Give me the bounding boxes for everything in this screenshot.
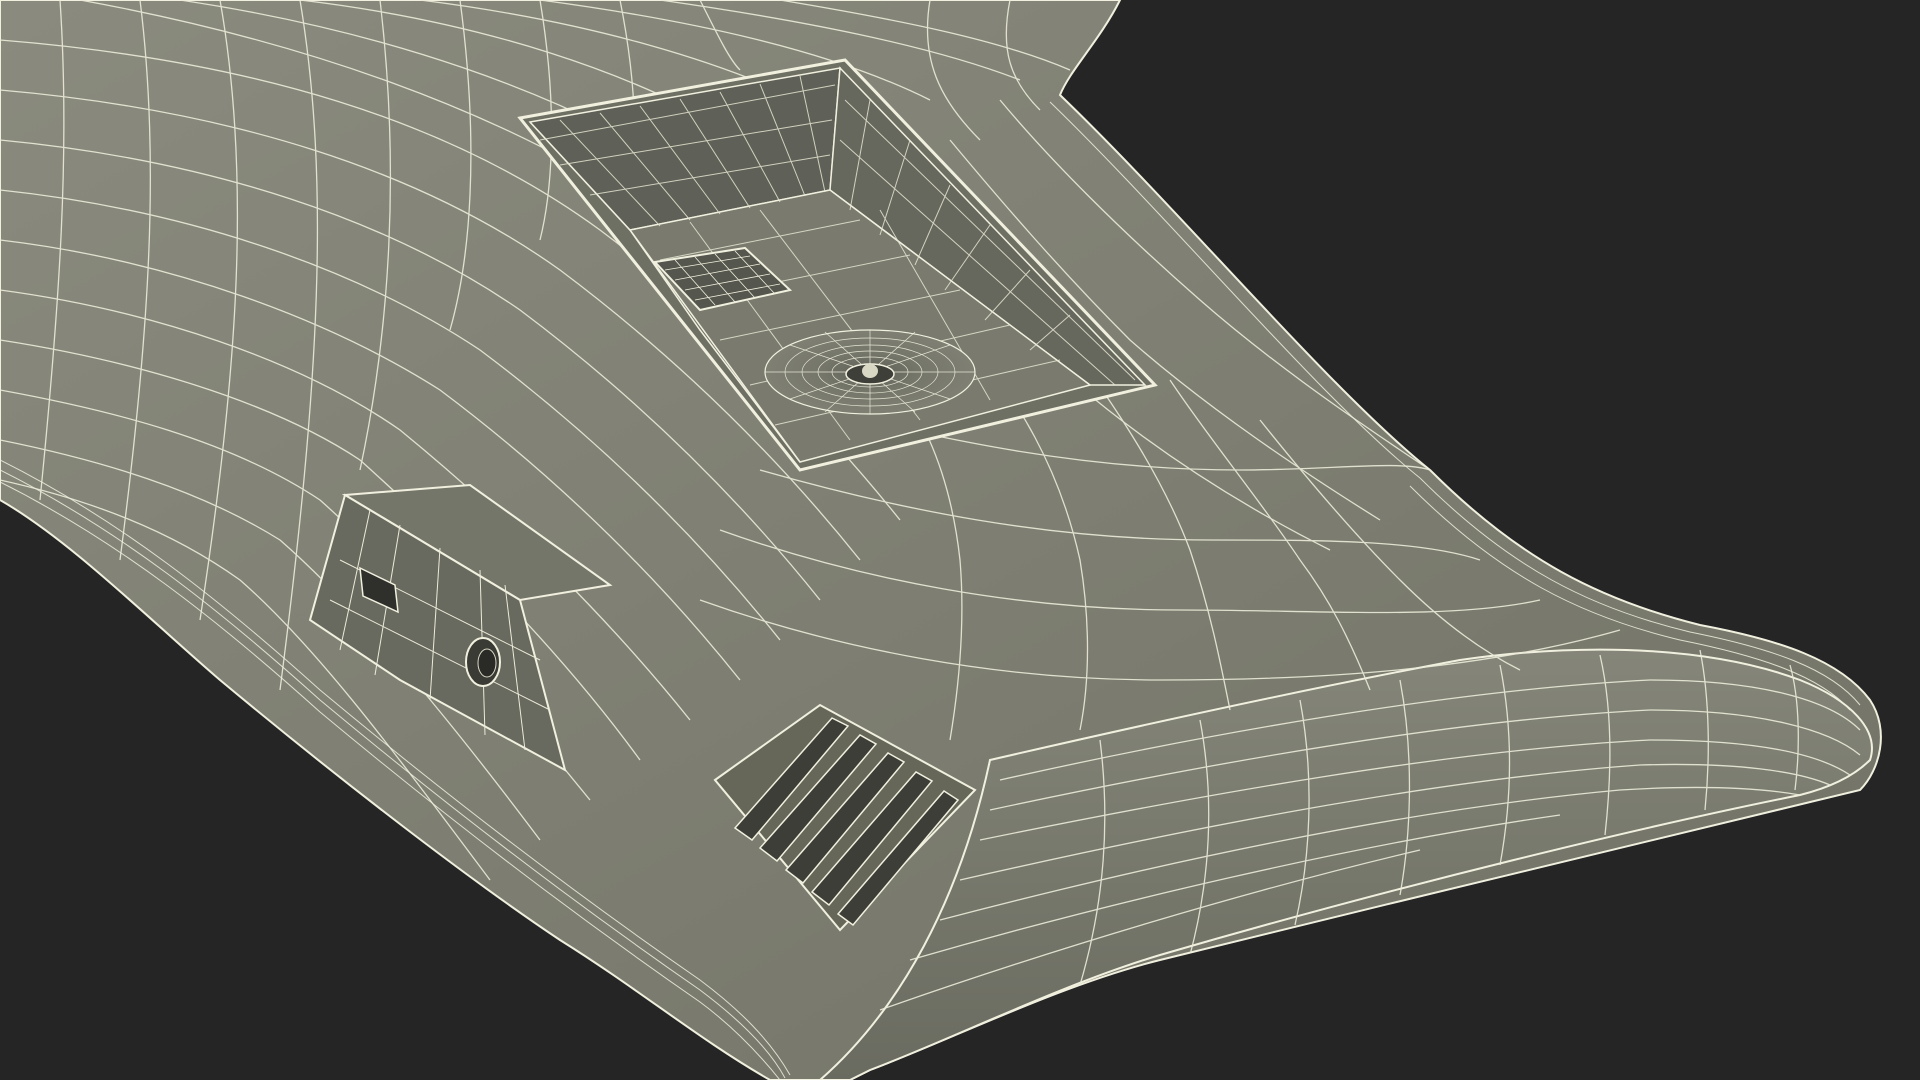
render-viewport [0,0,1920,1080]
audio-jack-inner [477,648,497,678]
screw-pin [862,364,878,378]
